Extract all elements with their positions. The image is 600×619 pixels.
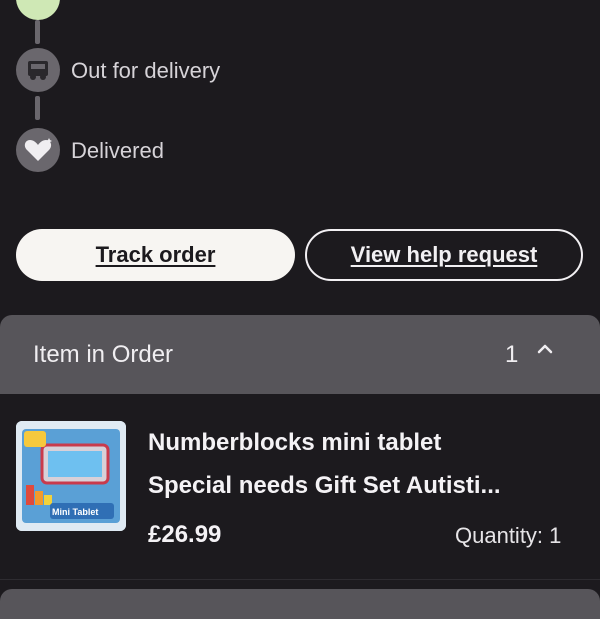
shipped-step-icon: [16, 0, 60, 20]
product-title-line-2: Special needs Gift Set Autisti...: [148, 472, 501, 499]
product-quantity: Quantity: 1: [455, 523, 562, 548]
items-section-title: Item in Order: [33, 341, 174, 368]
product-title[interactable]: Numberblocks mini tablet Special needs G…: [148, 421, 578, 507]
items-count: 1: [505, 341, 519, 368]
step-label-out-for-delivery: Out for delivery: [71, 58, 221, 83]
heart-sparkle-icon: [16, 128, 60, 172]
product-thumbnail[interactable]: Mini Tablet: [16, 421, 126, 531]
timeline-connector: [35, 20, 40, 44]
track-order-button[interactable]: Track order: [16, 229, 295, 281]
product-title-line-1: Numberblocks mini tablet: [148, 429, 442, 456]
timeline-connector: [35, 96, 40, 120]
divider: [0, 579, 600, 580]
items-in-order-header[interactable]: Item in Order 1: [0, 315, 600, 394]
step-label-delivered: Delivered: [71, 138, 164, 163]
next-section-header[interactable]: [0, 589, 600, 619]
chevron-up-icon[interactable]: [536, 343, 554, 355]
truck-icon: [16, 48, 60, 92]
order-status-timeline: Out for delivery Delivered: [0, 0, 600, 200]
view-help-request-button[interactable]: View help request: [305, 229, 583, 281]
thumbnail-caption: Mini Tablet: [52, 507, 99, 517]
product-price: £26.99: [148, 521, 222, 548]
